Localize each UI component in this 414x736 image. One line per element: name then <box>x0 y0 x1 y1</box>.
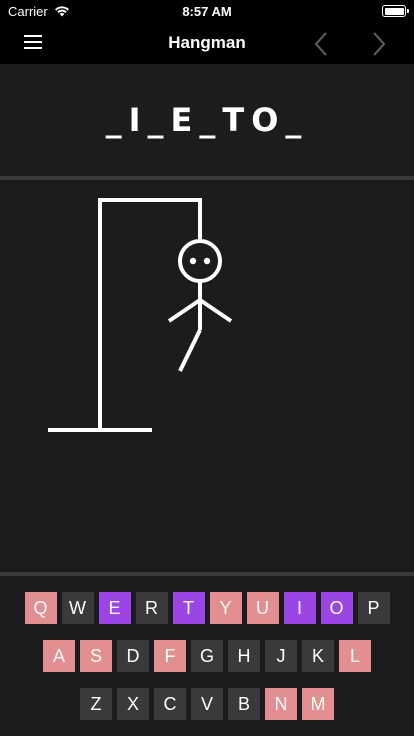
key-e[interactable]: E <box>98 592 131 624</box>
key-j[interactable]: J <box>265 640 297 672</box>
keyboard-row-1: QWERTYUIOP <box>0 592 414 624</box>
key-b[interactable]: B <box>228 688 260 720</box>
figure-right-arm <box>198 298 233 323</box>
figure-left-arm <box>167 298 202 323</box>
key-q[interactable]: Q <box>24 592 57 624</box>
key-u[interactable]: U <box>246 592 279 624</box>
key-r[interactable]: R <box>135 592 168 624</box>
page-title: Hangman <box>168 33 246 52</box>
letter-keyboard: QWERTYUIOP ASDFGHJKL ZXCVBNM <box>0 576 414 736</box>
chevron-left-icon[interactable] <box>310 30 334 58</box>
keyboard-row-3: ZXCVBNM <box>0 688 414 720</box>
key-i[interactable]: I <box>283 592 316 624</box>
wifi-icon <box>54 6 69 17</box>
key-t[interactable]: T <box>172 592 205 624</box>
key-n[interactable]: N <box>265 688 297 720</box>
keyboard-row-2: ASDFGHJKL <box>0 640 414 672</box>
key-o[interactable]: O <box>320 592 353 624</box>
key-h[interactable]: H <box>228 640 260 672</box>
word-area: _I_E_TO_ <box>0 64 414 176</box>
figure-right-eye <box>203 257 211 265</box>
battery-icon <box>382 5 409 17</box>
status-left: Carrier <box>8 4 70 19</box>
key-c[interactable]: C <box>154 688 186 720</box>
figure-left-leg <box>178 329 202 372</box>
gallows-area <box>0 180 414 572</box>
key-f[interactable]: F <box>154 640 186 672</box>
chevron-right-icon[interactable] <box>366 30 390 58</box>
key-a[interactable]: A <box>43 640 75 672</box>
nav-bar: Hangman <box>0 22 414 64</box>
key-m[interactable]: M <box>302 688 334 720</box>
battery-fill <box>384 7 404 15</box>
key-p[interactable]: P <box>357 592 390 624</box>
guess-word: _I_E_TO_ <box>105 101 309 139</box>
key-s[interactable]: S <box>80 640 112 672</box>
key-v[interactable]: V <box>191 688 223 720</box>
figure-head <box>178 239 222 283</box>
carrier-label: Carrier <box>8 3 48 19</box>
hangman-drawing <box>48 198 233 432</box>
key-z[interactable]: Z <box>80 688 112 720</box>
hamburger-menu-icon[interactable] <box>22 33 44 51</box>
key-w[interactable]: W <box>61 592 94 624</box>
figure-left-eye <box>189 257 197 265</box>
key-k[interactable]: K <box>302 640 334 672</box>
key-y[interactable]: Y <box>209 592 242 624</box>
key-x[interactable]: X <box>117 688 149 720</box>
key-d[interactable]: D <box>117 640 149 672</box>
key-g[interactable]: G <box>191 640 223 672</box>
status-bar: Carrier 8:57 AM <box>0 0 414 22</box>
key-l[interactable]: L <box>339 640 371 672</box>
